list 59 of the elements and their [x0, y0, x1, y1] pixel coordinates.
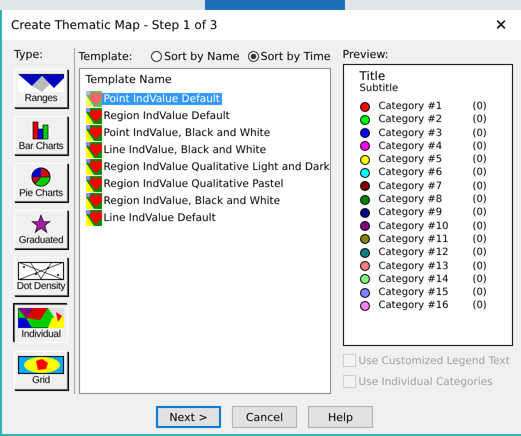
template-item[interactable]: Line IndValue, Black and White: [102, 144, 268, 156]
window-title: Create Thematic Map - Step 1 of 3: [11, 18, 218, 32]
map-type-button[interactable]: Dot Density: [14, 257, 68, 296]
category-count: (0): [472, 128, 488, 139]
map-type-button[interactable]: Bar Charts: [14, 116, 68, 155]
category-count: (0): [472, 220, 488, 232]
sort-radio[interactable]: Sort by Name: [151, 50, 240, 62]
template-item[interactable]: Region IndValue Qualitative Pastel: [102, 178, 286, 190]
close-button[interactable]: ✕: [481, 10, 521, 40]
dialog-button[interactable]: Cancel: [232, 406, 297, 428]
category-name: Category #15: [378, 287, 450, 298]
template-item[interactable]: Line IndValue Default: [102, 212, 218, 224]
category-count: (0): [472, 114, 488, 126]
template-item[interactable]: Point IndValue, Black and White: [102, 127, 272, 139]
category-name: Category #3: [378, 128, 444, 139]
template-item[interactable]: Region IndValue Default: [102, 110, 232, 122]
category-name: Category #13: [378, 260, 450, 272]
map-type-button[interactable]: Ranges: [14, 69, 68, 108]
category-count: (0): [472, 234, 488, 245]
category-name: Category #2: [378, 114, 444, 126]
map-type-button[interactable]: Individual: [14, 304, 68, 343]
type-label: Type:: [14, 48, 44, 61]
category-name: Category #1: [378, 101, 444, 112]
category-name: Category #9: [378, 207, 444, 218]
category-name: Category #8: [378, 194, 444, 206]
legend-subtitle: Subtitle: [360, 83, 400, 94]
category-count: (0): [472, 101, 488, 112]
category-count: (0): [472, 207, 488, 218]
map-type-button[interactable]: Graduated: [14, 210, 68, 249]
category-name: Category #7: [378, 180, 444, 192]
category-count: (0): [472, 247, 488, 258]
dialog-button[interactable]: Next >: [156, 406, 221, 428]
category-name: Category #12: [378, 247, 450, 258]
sort-radio[interactable]: Sort by Time: [248, 50, 331, 62]
template-item[interactable]: Region IndValue Qualitative Light and Dark: [102, 161, 330, 173]
category-count: (0): [472, 300, 488, 312]
category-name: Category #14: [378, 274, 450, 285]
category-name: Category #5: [378, 154, 444, 166]
dialog-button[interactable]: Help: [308, 406, 373, 428]
category-name: Category #4: [378, 140, 444, 152]
legend-title: Title: [360, 69, 386, 83]
category-count: (0): [472, 287, 488, 298]
category-count: (0): [472, 167, 488, 178]
category-name: Category #16: [378, 300, 450, 312]
template-label: Template:: [78, 50, 134, 62]
category-count: (0): [472, 140, 488, 152]
category-count: (0): [472, 274, 488, 285]
category-count: (0): [472, 154, 488, 166]
category-name: Category #11: [378, 234, 450, 245]
category-name: Category #6: [378, 167, 444, 178]
map-type-button[interactable]: Grid: [14, 351, 68, 390]
column-header: Template Name: [86, 73, 173, 86]
template-item[interactable]: Region IndValue, Black and White: [102, 195, 282, 207]
category-count: (0): [472, 180, 488, 192]
map-type-button[interactable]: Pie Charts: [14, 163, 68, 202]
preview-label: Preview:: [342, 48, 390, 61]
category-name: Category #10: [378, 220, 450, 232]
category-count: (0): [472, 260, 488, 272]
category-count: (0): [472, 194, 488, 206]
